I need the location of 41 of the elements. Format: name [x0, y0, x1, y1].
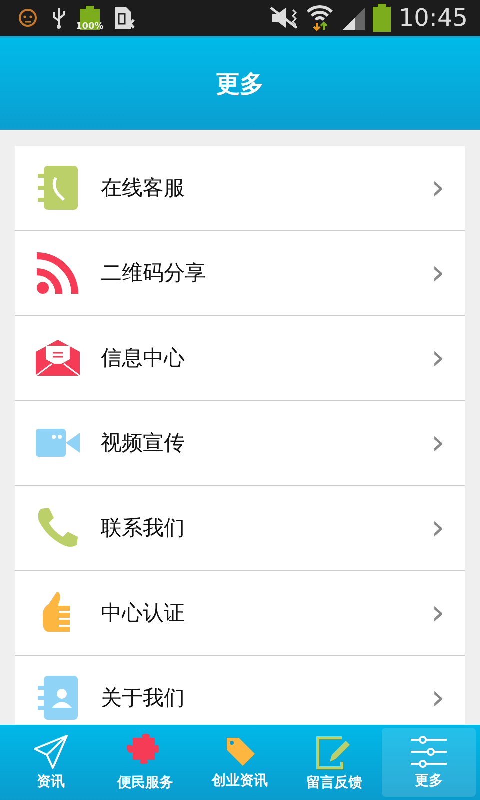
- menu-item[interactable]: 信息中心 ›: [15, 316, 465, 401]
- menu-label: 信息中心: [101, 345, 186, 372]
- menu-item[interactable]: 中心认证 ›: [15, 571, 465, 656]
- menu-label: 二维码分享: [101, 260, 207, 287]
- video-camera-icon: [36, 429, 80, 457]
- menu-label: 联系我们: [101, 515, 186, 542]
- contact-book-icon: [38, 676, 78, 720]
- envelope-icon: [36, 340, 80, 376]
- usb-icon: [52, 6, 66, 30]
- menu-item[interactable]: 二维码分享 ›: [15, 231, 465, 316]
- menu-label: 视频宣传: [101, 430, 186, 457]
- menu-item[interactable]: 在线客服 ›: [15, 146, 465, 231]
- menu-label: 中心认证: [101, 600, 186, 627]
- chevron-icon: ›: [431, 511, 445, 545]
- thumbs-up-icon: [43, 592, 73, 634]
- pencil-note-icon: [316, 734, 352, 770]
- chevron-icon: ›: [431, 596, 445, 630]
- page-title: 更多: [216, 69, 264, 100]
- face-icon: [18, 8, 38, 28]
- paper-plane-icon: [34, 734, 68, 768]
- mute-icon: [268, 6, 299, 30]
- menu-label: 在线客服: [101, 175, 186, 202]
- clock: 10:45: [398, 4, 468, 32]
- sim-card-icon: [114, 6, 136, 30]
- wifi-icon: [306, 4, 333, 32]
- rss-icon: [37, 252, 79, 294]
- menu-item[interactable]: 视频宣传 ›: [15, 401, 465, 486]
- phone-icon: [37, 507, 79, 549]
- battery-icon: [372, 4, 391, 32]
- chevron-icon: ›: [431, 341, 445, 375]
- chevron-icon: ›: [431, 426, 445, 460]
- sliders-icon: [410, 736, 447, 768]
- signal-icon: [340, 6, 365, 30]
- chevron-icon: ›: [431, 681, 445, 715]
- menu-item[interactable]: 关于我们 ›: [15, 656, 465, 725]
- phone-book-icon: [38, 166, 78, 210]
- menu-item[interactable]: 联系我们 ›: [15, 486, 465, 571]
- chevron-icon: ›: [431, 171, 445, 205]
- tag-icon: [225, 736, 256, 768]
- menu-label: 关于我们: [101, 685, 186, 712]
- chevron-icon: ›: [431, 256, 445, 290]
